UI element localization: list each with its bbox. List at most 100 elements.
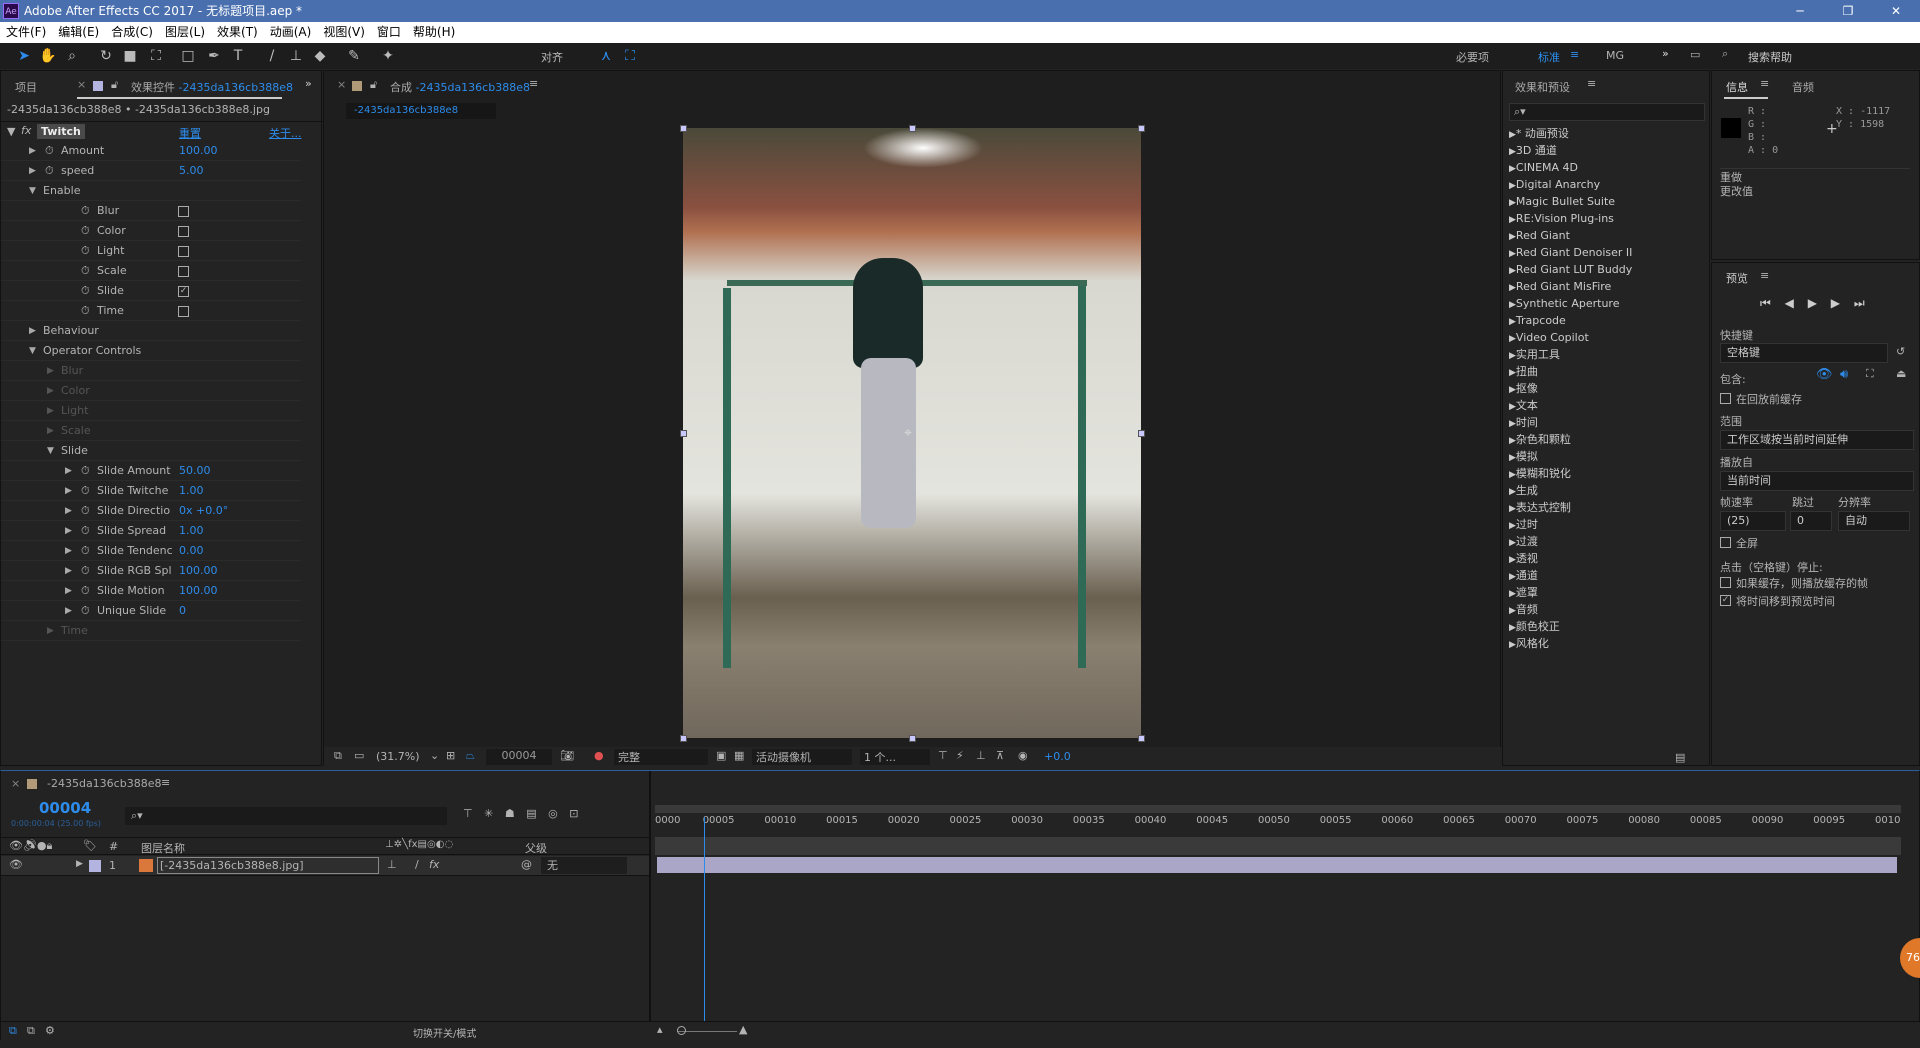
- next-frame-icon[interactable]: ▶: [1831, 296, 1840, 310]
- effect-property-row[interactable]: ▶ Light: [1, 401, 301, 421]
- shy-layers-icon[interactable]: ☗: [505, 807, 515, 820]
- search-help-input[interactable]: 搜索帮助: [1748, 49, 1792, 65]
- rectangle-tool-icon[interactable]: □: [178, 47, 198, 65]
- frame-blending-icon[interactable]: ▤: [526, 807, 536, 820]
- playhead[interactable]: [704, 817, 706, 1027]
- pan-behind-tool-icon[interactable]: ⛶: [146, 47, 166, 65]
- exposure-reset-icon[interactable]: ◉: [1018, 749, 1028, 762]
- effect-category[interactable]: ▶3D 通道: [1509, 142, 1557, 159]
- panel-menu-icon[interactable]: ≡: [161, 776, 170, 789]
- effect-category[interactable]: ▶音频: [1509, 601, 1538, 618]
- expand-arrow-icon[interactable]: ▶: [1509, 521, 1516, 531]
- expand-arrow-icon[interactable]: ▶: [76, 859, 83, 869]
- snap-grid-icon[interactable]: ⛶: [620, 47, 640, 65]
- cache-checkbox[interactable]: [1720, 393, 1731, 404]
- menu-item[interactable]: 图层(L): [165, 22, 205, 43]
- effects-search-input[interactable]: ⌕▾: [1509, 103, 1705, 121]
- quality-switch-icon[interactable]: /: [415, 858, 419, 871]
- layer-label-color[interactable]: [89, 860, 101, 872]
- effect-category[interactable]: ▶Magic Bullet Suite: [1509, 193, 1615, 210]
- expand-arrow-icon[interactable]: ▶: [1509, 436, 1516, 446]
- effect-category[interactable]: ▶实用工具: [1509, 346, 1560, 363]
- effect-category[interactable]: ▶颜色校正: [1509, 618, 1560, 635]
- effect-switch-icon[interactable]: fx: [429, 858, 439, 871]
- transform-handle[interactable]: [1138, 125, 1145, 132]
- effect-category[interactable]: ▶风格化: [1509, 635, 1549, 652]
- fullscreen-checkbox[interactable]: [1720, 537, 1731, 548]
- layer-search-input[interactable]: ⌕▾: [125, 807, 447, 825]
- effect-name[interactable]: Twitch: [37, 124, 85, 139]
- effect-category[interactable]: ▶Red Giant Denoiser II: [1509, 244, 1632, 261]
- property-value[interactable]: 0.00: [179, 541, 204, 561]
- text-tool-icon[interactable]: T: [228, 47, 248, 65]
- stopwatch-icon[interactable]: ⏱︎: [81, 561, 90, 581]
- effect-category[interactable]: ▶Red Giant: [1509, 227, 1570, 244]
- expand-arrow-icon[interactable]: ▶: [65, 541, 72, 561]
- comp-flowchart-tab[interactable]: -2435da136cb388e8: [346, 103, 496, 119]
- property-value[interactable]: 1.00: [179, 481, 204, 501]
- skip-dropdown[interactable]: 0: [1790, 511, 1832, 531]
- panel-menu-icon[interactable]: ≡: [529, 77, 538, 90]
- stopwatch-icon[interactable]: ⏱︎: [81, 461, 90, 481]
- time-ruler[interactable]: 0000 00005 00010 00015 00020 00025 00030 00035 0…: [655, 803, 1901, 837]
- expand-arrow-icon[interactable]: ▶: [1509, 232, 1516, 242]
- property-checkbox[interactable]: [178, 226, 189, 237]
- effect-property-row[interactable]: ▼ Slide: [1, 441, 301, 461]
- fast-preview-icon[interactable]: ⚡︎: [956, 749, 964, 762]
- expand-arrow-icon[interactable]: ▼: [29, 181, 36, 201]
- effect-category[interactable]: ▶通道: [1509, 567, 1538, 584]
- move-time-checkbox[interactable]: ✓: [1720, 595, 1731, 606]
- first-frame-icon[interactable]: ⏮: [1760, 296, 1771, 310]
- tab-info[interactable]: 信息: [1726, 79, 1748, 95]
- workspace-menu-icon[interactable]: ≡: [1570, 48, 1579, 61]
- pickwhip-icon[interactable]: @: [521, 858, 532, 871]
- reset-icon[interactable]: ↺: [1896, 345, 1905, 358]
- expand-arrow-icon[interactable]: ▶: [1509, 470, 1516, 480]
- effect-category[interactable]: ▶杂色和颗粒: [1509, 431, 1571, 448]
- effect-property-row[interactable]: ⏱︎ Color: [1, 221, 301, 241]
- tab-audio[interactable]: 音频: [1792, 79, 1814, 95]
- property-value[interactable]: 0: [179, 601, 186, 621]
- effect-property-row[interactable]: ▶ ⏱︎ Slide RGB Spl 100.00: [1, 561, 301, 581]
- expand-arrow-icon[interactable]: ▶: [1509, 402, 1516, 412]
- expand-arrow-icon[interactable]: ▶: [47, 401, 54, 421]
- transform-handle[interactable]: [909, 125, 916, 132]
- effect-property-row[interactable]: ▶ ⏱︎ Slide Directio 0x +0.0°: [1, 501, 301, 521]
- column-layer-name[interactable]: 图层名称: [141, 840, 185, 856]
- expand-arrow-icon[interactable]: ▶: [1509, 606, 1516, 616]
- expand-arrow-icon[interactable]: ▶: [65, 561, 72, 581]
- expand-arrow-icon[interactable]: ▶: [1509, 130, 1516, 140]
- toggle-switches-modes[interactable]: 切换开关/模式: [413, 1025, 476, 1040]
- effect-property-row[interactable]: ▶ ⏱︎ Slide Amount 50.00: [1, 461, 301, 481]
- effect-category[interactable]: ▶模糊和锐化: [1509, 465, 1571, 482]
- zoom-in-icon[interactable]: ▲: [739, 1023, 747, 1036]
- expand-arrow-icon[interactable]: ▼: [47, 441, 54, 461]
- snapshot-icon[interactable]: 📷︎: [560, 749, 574, 762]
- stopwatch-icon[interactable]: ⏱︎: [81, 301, 90, 321]
- expand-arrow-icon[interactable]: ▶: [1509, 198, 1516, 208]
- reset-button[interactable]: 重置: [179, 125, 201, 141]
- property-value[interactable]: 50.00: [179, 461, 211, 481]
- shy-switch-icon[interactable]: ⊥: [387, 858, 397, 871]
- effect-property-row[interactable]: ▶ ⏱︎ Unique Slide 0: [1, 601, 301, 621]
- effect-category[interactable]: ▶透视: [1509, 550, 1538, 567]
- expand-arrow-icon[interactable]: ▶: [65, 481, 72, 501]
- workspace-mg[interactable]: MG: [1606, 49, 1624, 62]
- effect-category[interactable]: ▶扭曲: [1509, 363, 1538, 380]
- timeline-icon[interactable]: ⊥: [976, 749, 986, 762]
- menu-item[interactable]: 编辑(E): [58, 22, 99, 43]
- effect-category[interactable]: ▶* 动画预设: [1509, 125, 1569, 142]
- workspace-essentials[interactable]: 必要项: [1456, 49, 1489, 65]
- resolution-dropdown[interactable]: 自动: [1838, 511, 1910, 531]
- zoom-slider[interactable]: [677, 1031, 737, 1032]
- transform-handle[interactable]: [680, 430, 687, 437]
- graph-editor-icon[interactable]: ⊡: [569, 807, 578, 820]
- stopwatch-icon[interactable]: ⏱︎: [81, 601, 90, 621]
- effect-category[interactable]: ▶Digital Anarchy: [1509, 176, 1600, 193]
- expand-arrow-icon[interactable]: ▶: [29, 161, 36, 181]
- menu-item[interactable]: 窗口: [377, 22, 401, 43]
- expand-arrow-icon[interactable]: ▶: [1509, 317, 1516, 327]
- menu-item[interactable]: 文件(F): [6, 22, 46, 43]
- selection-tool-icon[interactable]: ➤: [14, 47, 34, 65]
- property-checkbox[interactable]: [178, 306, 189, 317]
